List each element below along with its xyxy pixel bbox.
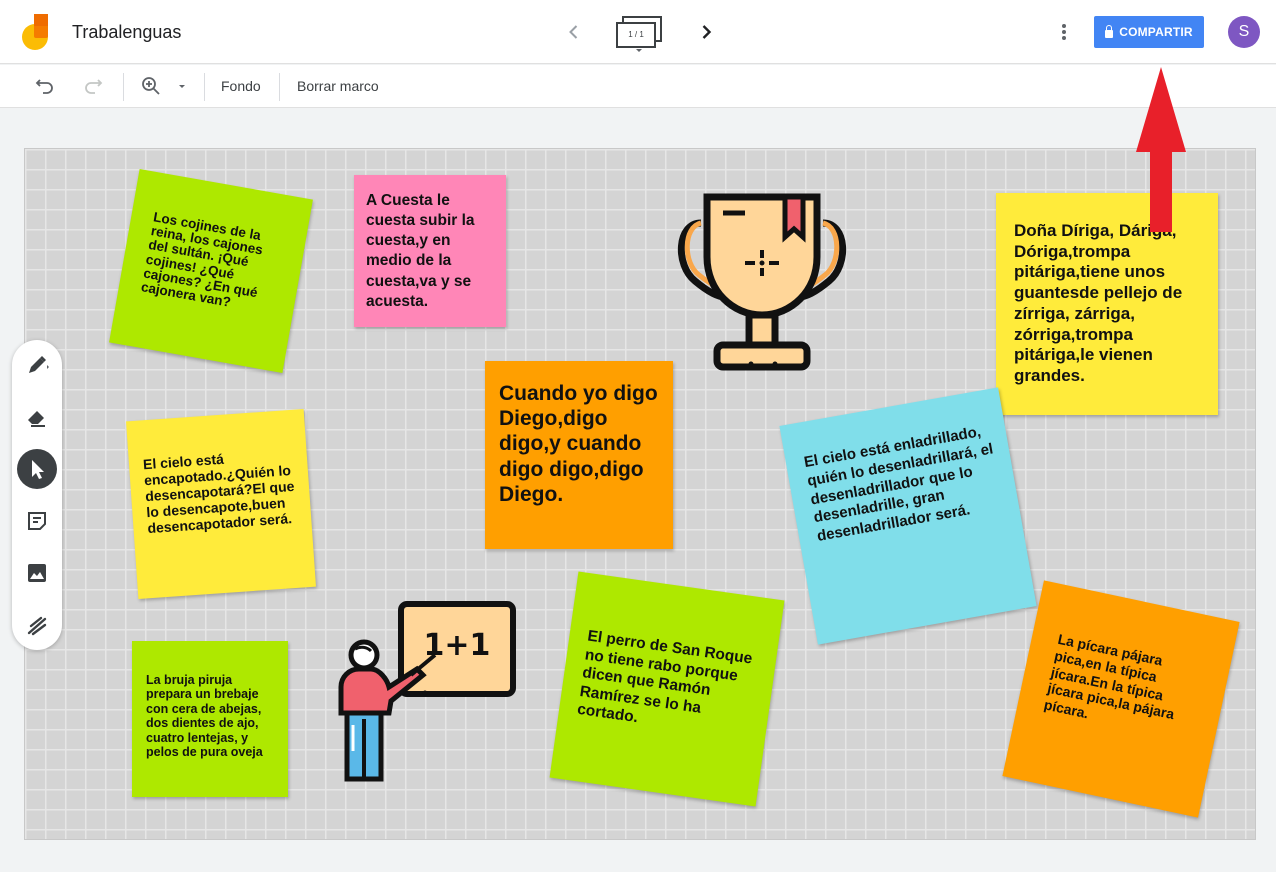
lock-icon	[1105, 24, 1114, 38]
pen-icon	[29, 356, 49, 373]
sticky-note-text: El cielo está enladrillado, quién lo des…	[802, 423, 995, 545]
teacher-sticker[interactable]: 1+1	[331, 601, 523, 787]
sticky-note-text: La bruja piruja prepara un brebaje con c…	[146, 673, 263, 759]
sticky-note-text: Los cojines de la reina, los cajones del…	[139, 209, 264, 310]
sticky-note-text: La pícara pájara pica,en la típica jícar…	[1042, 630, 1176, 723]
laser-tool-button[interactable]	[17, 605, 57, 645]
arrow-up-icon	[1136, 67, 1186, 232]
sticky-note[interactable]: A Cuesta le cuesta subir la cuesta,y en …	[354, 175, 506, 327]
select-icon	[32, 460, 44, 479]
sticky-note-text: El perro de San Roque no tiene rabo porq…	[576, 627, 754, 727]
frame-indicator: 1 / 1	[616, 22, 656, 48]
toolbar-divider	[204, 73, 205, 101]
select-tool-button[interactable]	[17, 449, 57, 489]
zoom-in-icon	[142, 77, 160, 95]
undo-icon	[35, 79, 53, 94]
sticky-note-text: El cielo está encapotado.¿Quién lo desen…	[142, 450, 295, 537]
clear-frame-button[interactable]: Borrar marco	[297, 78, 379, 94]
image-icon	[28, 564, 46, 582]
share-label: COMPARTIR	[1119, 25, 1193, 39]
more-options-button[interactable]	[1054, 20, 1074, 44]
sticky-note[interactable]: Los cojines de la reina, los cajones del…	[109, 169, 313, 373]
image-tool-button[interactable]	[17, 553, 57, 593]
laser-icon	[27, 616, 47, 636]
toolbar-divider	[123, 73, 124, 101]
sticky-note-text: Cuando yo digo Diego,digo digo,y cuando …	[499, 382, 658, 506]
trophy-sticker[interactable]	[673, 193, 851, 373]
share-button[interactable]: COMPARTIR	[1094, 16, 1204, 48]
next-frame-button[interactable]	[694, 20, 718, 44]
more-vert-icon	[1062, 24, 1066, 40]
sticky-note-text: Doña Díriga, Dáriga, Dóriga,trompa pitár…	[1014, 221, 1183, 386]
frame-bar-toggle[interactable]: 1 / 1	[616, 16, 664, 54]
caret-down-icon	[636, 49, 642, 52]
sticky-note[interactable]: La bruja piruja prepara un brebaje con c…	[132, 641, 288, 797]
whiteboard-canvas[interactable]: Los cojines de la reina, los cajones del…	[24, 148, 1256, 840]
eraser-tool-button[interactable]	[17, 397, 57, 437]
sticky-note[interactable]: Cuando yo digo Diego,digo digo,y cuando …	[485, 361, 673, 549]
top-bar: Trabalenguas 1 / 1 COMPARTIR S	[0, 0, 1276, 64]
background-button[interactable]: Fondo	[221, 78, 261, 94]
sticky-note-icon	[28, 512, 46, 530]
zoom-dropdown[interactable]	[172, 74, 192, 98]
toolbar-divider	[279, 73, 280, 101]
redo-button[interactable]	[81, 74, 105, 98]
chevron-right-icon	[702, 25, 712, 39]
sticky-note-text: A Cuesta le cuesta subir la cuesta,y en …	[366, 192, 475, 310]
account-avatar[interactable]: S	[1228, 16, 1260, 48]
sticky-note[interactable]: La pícara pájara pica,en la típica jícar…	[1002, 580, 1240, 818]
drawing-tools-panel	[12, 340, 62, 650]
sticky-note[interactable]: El perro de San Roque no tiene rabo porq…	[549, 571, 785, 807]
document-title[interactable]: Trabalenguas	[72, 22, 181, 43]
pen-tool-button[interactable]	[17, 345, 57, 385]
zoom-button[interactable]	[139, 74, 163, 98]
caret-down-icon	[179, 85, 185, 88]
eraser-icon	[28, 411, 45, 427]
previous-frame-button[interactable]	[562, 20, 586, 44]
sticky-note[interactable]: El cielo está enladrillado, quién lo des…	[779, 387, 1037, 645]
jamboard-logo-icon	[22, 14, 50, 50]
chevron-left-icon	[569, 25, 578, 39]
edit-toolbar: Fondo Borrar marco	[0, 65, 1276, 108]
undo-button[interactable]	[33, 74, 57, 98]
sticky-note-tool-button[interactable]	[17, 501, 57, 541]
redo-icon	[85, 79, 103, 94]
sticky-note[interactable]: El cielo está encapotado.¿Quién lo desen…	[126, 409, 316, 599]
